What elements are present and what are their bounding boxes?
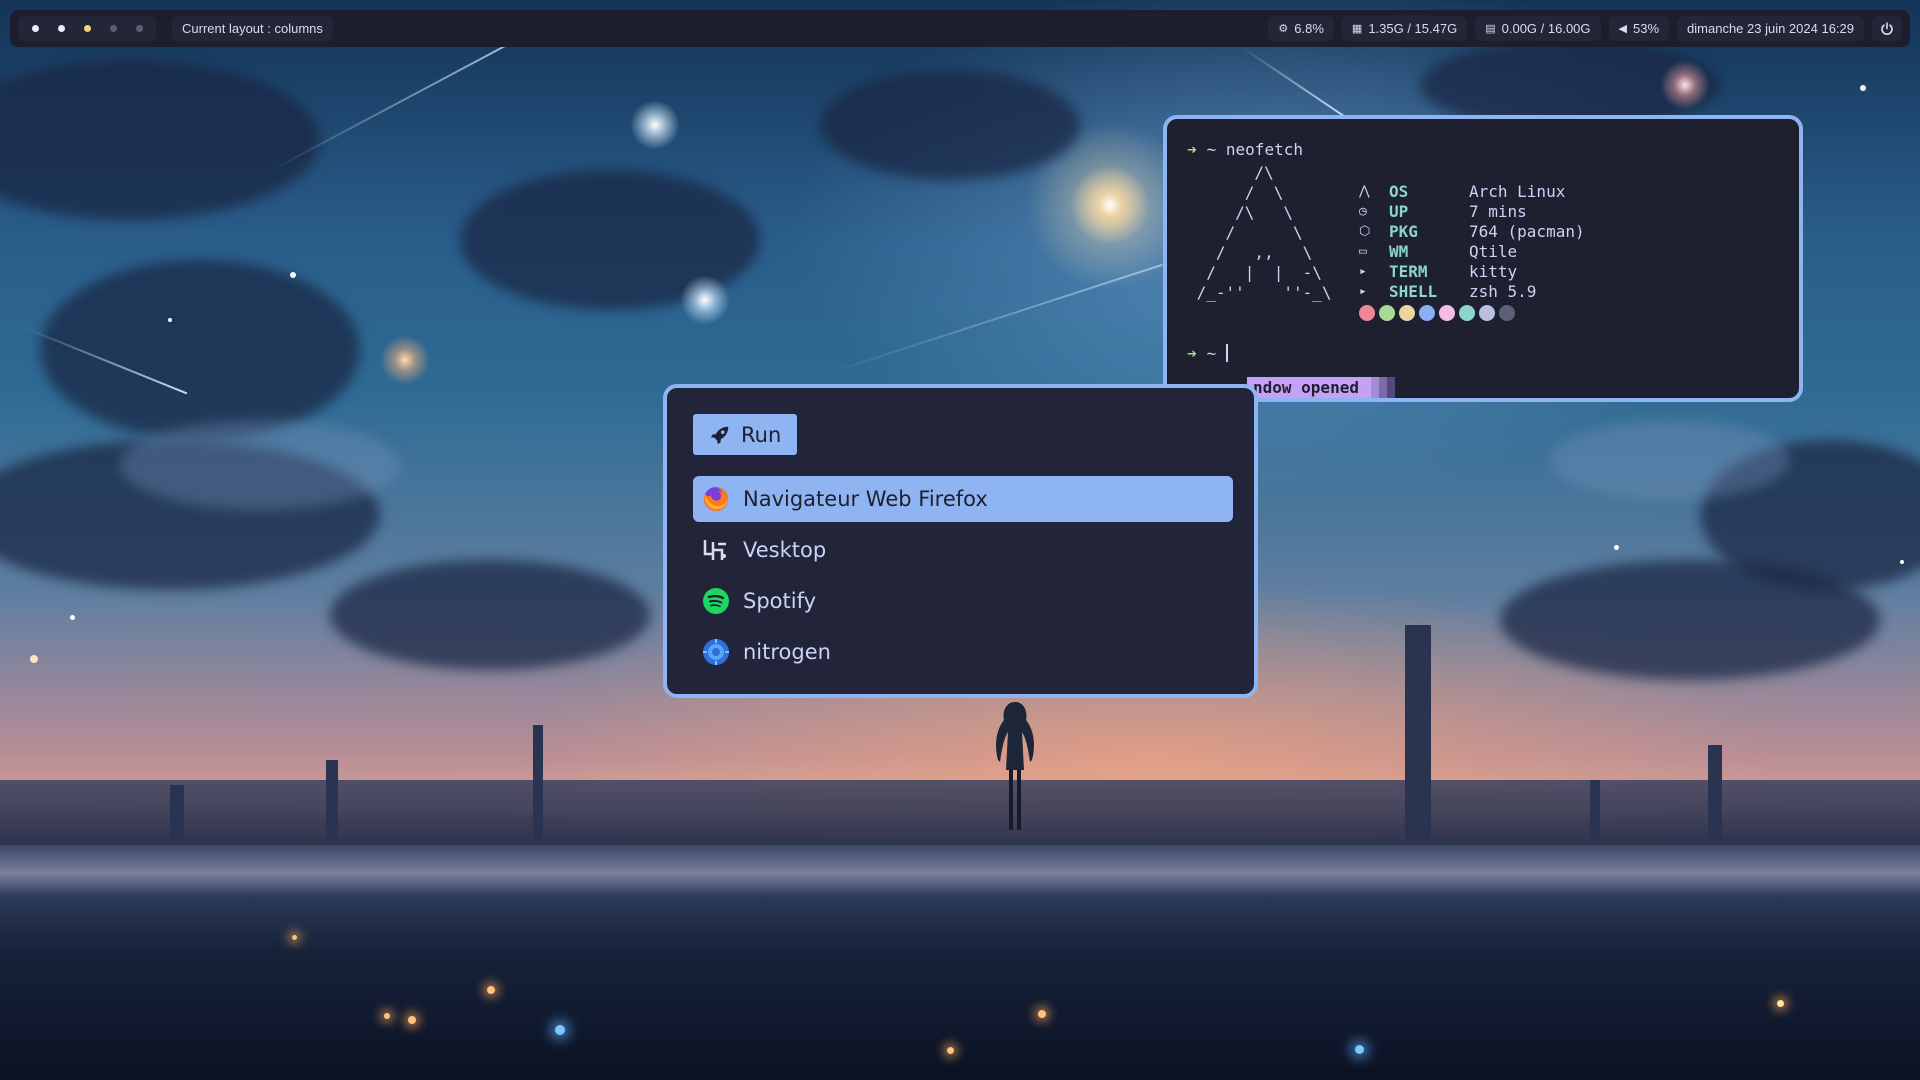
memory-value: 1.35G / 15.47G [1368,21,1458,36]
rocket-icon [710,426,729,444]
color-swatch [1439,305,1455,321]
launcher-item-label: Vesktop [743,538,827,562]
command-text: ~ neofetch [1206,139,1303,159]
clock-icon: ◷ [1359,203,1367,219]
color-swatch [1359,305,1375,321]
current-layout-widget[interactable]: Current layout : columns [172,16,333,41]
arch-icon: ⋀ [1359,183,1370,199]
info-value: Qtile [1469,241,1518,261]
run-mode-button[interactable]: Run [693,414,798,455]
launcher-item-nitrogen[interactable]: nitrogen [693,629,1233,675]
info-row-os: ⋀ OS Arch Linux [1359,181,1585,201]
package-icon: ⬡ [1359,223,1371,239]
notification-text: ndow opened [1247,377,1371,398]
run-mode-label: Run [741,422,782,447]
launcher-item-label: Spotify [743,589,817,613]
disk-icon: ▤ [1485,23,1496,35]
volume-icon: ◀ [1618,23,1627,35]
group-box [18,16,156,41]
nitrogen-icon [701,637,731,667]
group-5-button[interactable] [128,18,150,40]
cpu-widget: ⚙ 6.8% [1268,16,1334,41]
color-palette [1359,305,1585,321]
power-icon [1881,21,1893,35]
launcher-item-label: Navigateur Web Firefox [743,487,988,511]
arch-ascii-logo: /\ / \ /\ \ / \ / ,, \ / | | -\ /_-'' ''… [1196,163,1332,302]
clock-widget: dimanche 23 juin 2024 16:29 [1677,16,1864,41]
info-value: zsh 5.9 [1469,281,1537,301]
cpu-icon: ⚙ [1278,23,1289,35]
group-3-button[interactable] [76,18,98,40]
spotify-icon [701,586,731,616]
group-dot [135,25,143,32]
app-launcher[interactable]: Run Navigateur Web Firefox Vesktop Spoti… [663,384,1258,698]
terminal-window[interactable]: ➜ ~ neofetch /\ / \ /\ \ / \ / ,, \ / | … [1163,115,1803,402]
info-row-shell: ▸ SHELL zsh 5.9 [1359,281,1585,301]
group-dot [83,25,91,32]
info-value: kitty [1469,261,1518,281]
notification-bar: ndow opened [1247,377,1395,398]
clock-value: dimanche 23 juin 2024 16:29 [1687,21,1854,36]
info-value: Arch Linux [1469,181,1566,201]
volume-widget[interactable]: ◀ 53% [1608,16,1670,41]
info-key: TERM [1389,261,1428,281]
layout-label: Current layout : columns [182,21,323,36]
color-swatch [1459,305,1475,321]
power-button[interactable] [1872,16,1902,41]
group-dot [31,25,39,32]
launcher-item-firefox[interactable]: Navigateur Web Firefox [693,476,1233,522]
vesktop-icon [701,535,731,565]
color-swatch [1379,305,1395,321]
volume-value: 53% [1633,21,1660,36]
color-swatch [1399,305,1415,321]
group-dot [109,25,117,32]
info-value: 7 mins [1469,201,1527,221]
info-row-packages: ⬡ PKG 764 (pacman) [1359,221,1585,241]
system-info: ⋀ OS Arch Linux ◷ UP 7 mins ⬡ PKG 764 (p… [1359,181,1585,321]
info-key: SHELL [1389,281,1438,301]
info-value: 764 (pacman) [1469,221,1585,241]
command-line: ➜ ~ neofetch [1187,139,1303,159]
info-key: OS [1389,181,1409,201]
text-cursor [1226,344,1229,362]
disk-value: 0.00G / 16.00G [1501,21,1591,36]
info-row-wm: ▭ WM Qtile [1359,241,1585,261]
launcher-item-vesktop[interactable]: Vesktop [693,527,1233,573]
group-4-button[interactable] [102,18,124,40]
group-dot [57,25,65,32]
window-icon: ▭ [1359,243,1367,259]
firefox-icon [701,484,731,514]
color-swatch [1419,305,1435,321]
shell-icon: ▸ [1359,283,1367,299]
active-prompt: ➜ ~ [1187,343,1229,363]
cpu-value: 6.8% [1294,21,1324,36]
prompt-arrow-icon: ➜ [1187,139,1197,159]
memory-widget: ▦ 1.35G / 15.47G [1341,16,1468,41]
group-1-button[interactable] [24,18,46,40]
top-bar: Current layout : columns ⚙ 6.8% ▦ 1.35G … [10,10,1910,47]
info-key: WM [1389,241,1409,261]
prompt-arrow-icon: ➜ [1187,343,1197,363]
info-row-uptime: ◷ UP 7 mins [1359,201,1585,221]
color-swatch [1499,305,1515,321]
color-swatch [1479,305,1495,321]
memory-icon: ▦ [1351,23,1363,35]
prompt-path: ~ [1206,343,1217,363]
disk-widget: ▤ 0.00G / 16.00G [1475,16,1601,41]
launcher-item-spotify[interactable]: Spotify [693,578,1233,624]
info-row-term: ▸ TERM kitty [1359,261,1585,281]
terminal-icon: ▸ [1359,263,1367,279]
info-key: UP [1389,201,1409,221]
launcher-item-label: nitrogen [743,640,831,664]
launcher-results: Navigateur Web Firefox Vesktop Spotify n… [693,476,1233,680]
info-key: PKG [1389,221,1418,241]
group-2-button[interactable] [50,18,72,40]
